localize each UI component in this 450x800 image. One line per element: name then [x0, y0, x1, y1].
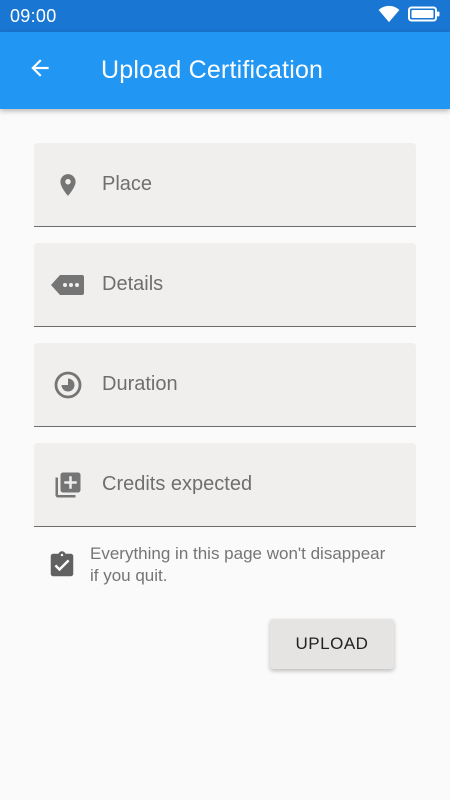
place-field[interactable]: Place	[34, 143, 416, 227]
details-label: Details	[102, 273, 164, 295]
arrow-back-icon	[27, 55, 53, 86]
page-title: Upload Certification	[101, 56, 324, 84]
wifi-icon	[378, 5, 400, 28]
duration-label: Duration	[102, 373, 178, 395]
persistence-note: Everything in this page won't disappear …	[46, 543, 390, 587]
duration-field[interactable]: Duration	[34, 343, 416, 427]
credits-expected-label: Credits expected	[102, 473, 253, 495]
back-button[interactable]	[12, 43, 68, 99]
label-tag-icon	[34, 273, 102, 297]
location-pin-icon	[34, 171, 102, 199]
status-icons	[378, 5, 440, 28]
clipboard-check-icon	[46, 547, 78, 583]
battery-icon	[408, 6, 440, 27]
place-label: Place	[102, 173, 153, 195]
timelapse-icon	[34, 370, 102, 400]
app-bar: Upload Certification	[0, 32, 450, 109]
credits-expected-field[interactable]: Credits expected	[34, 443, 416, 527]
status-time: 09:00	[10, 5, 57, 26]
details-field[interactable]: Details	[34, 243, 416, 327]
library-add-icon	[34, 470, 102, 500]
upload-button[interactable]: UPLOAD	[270, 619, 394, 669]
status-bar: 09:00	[0, 0, 450, 32]
note-text: Everything in this page won't disappear …	[90, 544, 386, 585]
